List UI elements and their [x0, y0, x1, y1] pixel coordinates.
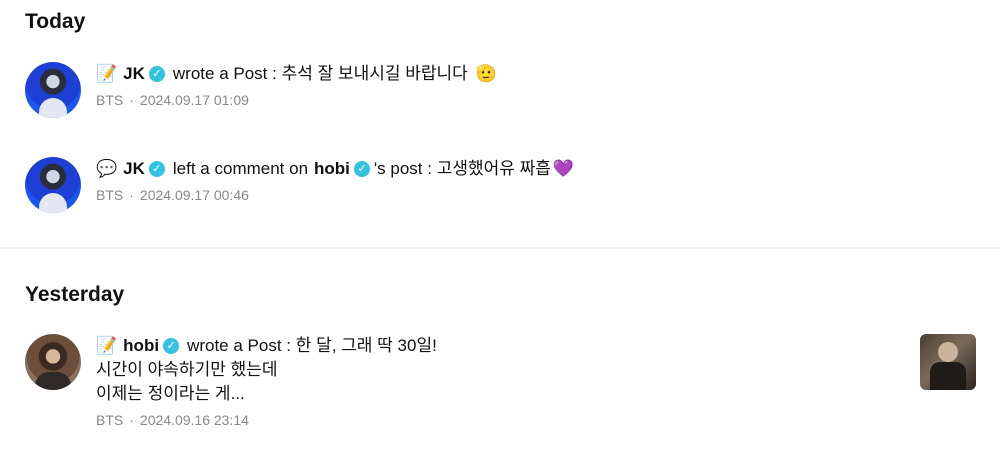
verified-badge-icon: ✓: [148, 66, 165, 82]
meta-separator: ·: [129, 412, 134, 428]
verified-badge-icon: ✓: [148, 161, 165, 177]
timestamp: 2024.09.16 23:14: [139, 412, 249, 428]
post-thumbnail[interactable]: [920, 334, 976, 390]
timestamp: 2024.09.17 01:09: [139, 92, 249, 108]
timestamp: 2024.09.17 00:46: [139, 187, 249, 203]
notification-content: 📝 hobi ✓ wrote a Post : 한 달, 그래 딱 30일! 시…: [96, 334, 437, 428]
purple-heart-icon: 💜: [552, 159, 575, 178]
section-divider: [0, 247, 1000, 249]
source-label: BTS: [96, 187, 124, 203]
avatar[interactable]: [25, 157, 81, 213]
meta-separator: ·: [129, 92, 134, 108]
saluting-face-icon: 🫡: [475, 64, 497, 83]
section-title-yesterday: Yesterday: [25, 283, 125, 306]
speech-bubble-icon: 💬: [96, 159, 118, 178]
avatar[interactable]: [25, 334, 81, 390]
notification-text-line: 시간이 야속하기만 했는데: [96, 360, 278, 379]
notification-meta: BTS · 2024.09.17 01:09: [96, 92, 503, 108]
source-label: BTS: [96, 412, 124, 428]
notification-text-line: 이제는 정이라는 게...: [96, 384, 245, 403]
notification-text: wrote a Post : 한 달, 그래 딱 30일!: [187, 336, 437, 355]
author-name[interactable]: JK: [123, 62, 145, 86]
notification-content: 💬 JK ✓ left a comment on hobi ✓ 's post …: [96, 157, 580, 203]
notification-meta: BTS · 2024.09.17 00:46: [96, 187, 580, 203]
notification-text: left a comment on: [172, 159, 309, 178]
avatar[interactable]: [25, 62, 81, 118]
author-name[interactable]: hobi: [123, 334, 159, 358]
section-title-today: Today: [25, 10, 86, 33]
verified-badge-icon: ✓: [163, 338, 180, 354]
target-author-name[interactable]: hobi: [314, 157, 350, 181]
verified-badge-icon: ✓: [353, 161, 370, 177]
source-label: BTS: [96, 92, 124, 108]
notification-content: 📝 JK ✓ wrote a Post : 추석 잘 보내시길 바랍니다 🫡 B…: [96, 62, 503, 108]
notification-text: wrote a Post : 추석 잘 보내시길 바랍니다: [172, 64, 468, 83]
memo-icon: 📝: [96, 336, 118, 355]
meta-separator: ·: [129, 187, 134, 203]
memo-icon: 📝: [96, 64, 118, 83]
author-name[interactable]: JK: [123, 157, 145, 181]
notification-text-suffix: 's post : 고생했어유 짜흡: [373, 159, 551, 178]
notification-meta: BTS · 2024.09.16 23:14: [96, 412, 437, 428]
